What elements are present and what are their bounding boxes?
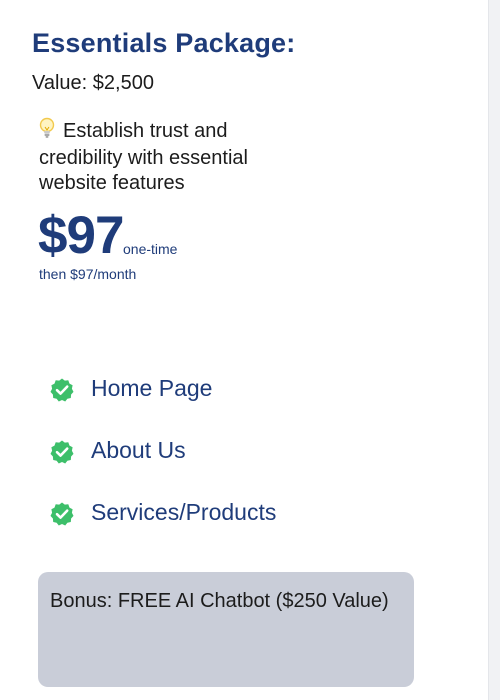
lightbulb-icon [39, 117, 57, 146]
package-tagline: Establish trust and credibility with ess… [39, 117, 309, 196]
package-title: Essentials Package: [32, 28, 296, 58]
feature-item: Services/Products [48, 496, 276, 558]
pricing-card: Essentials Package: Value: $2,500 Establ… [0, 0, 489, 700]
feature-item: Home Page [48, 372, 276, 434]
check-badge-icon [48, 438, 76, 466]
check-badge-icon [48, 500, 76, 528]
package-value: Value: $2,500 [32, 72, 154, 94]
recurring-price: then $97/month [39, 266, 137, 282]
feature-label: About Us [91, 437, 186, 463]
check-badge-icon [48, 376, 76, 404]
feature-label: Home Page [91, 375, 213, 401]
bonus-text: Bonus: FREE AI Chatbot ($250 Value) [50, 590, 389, 612]
feature-label: Services/Products [91, 499, 277, 525]
bonus-box: Bonus: FREE AI Chatbot ($250 Value) [38, 572, 414, 687]
price-amount: $97 [38, 206, 124, 265]
feature-item: About Us [48, 434, 276, 496]
page-edge [489, 0, 500, 700]
feature-list: Home Page About Us Services/Products [48, 372, 276, 558]
price-suffix: one-time [123, 241, 178, 257]
tagline-text: Establish trust and credibility with ess… [39, 120, 248, 194]
